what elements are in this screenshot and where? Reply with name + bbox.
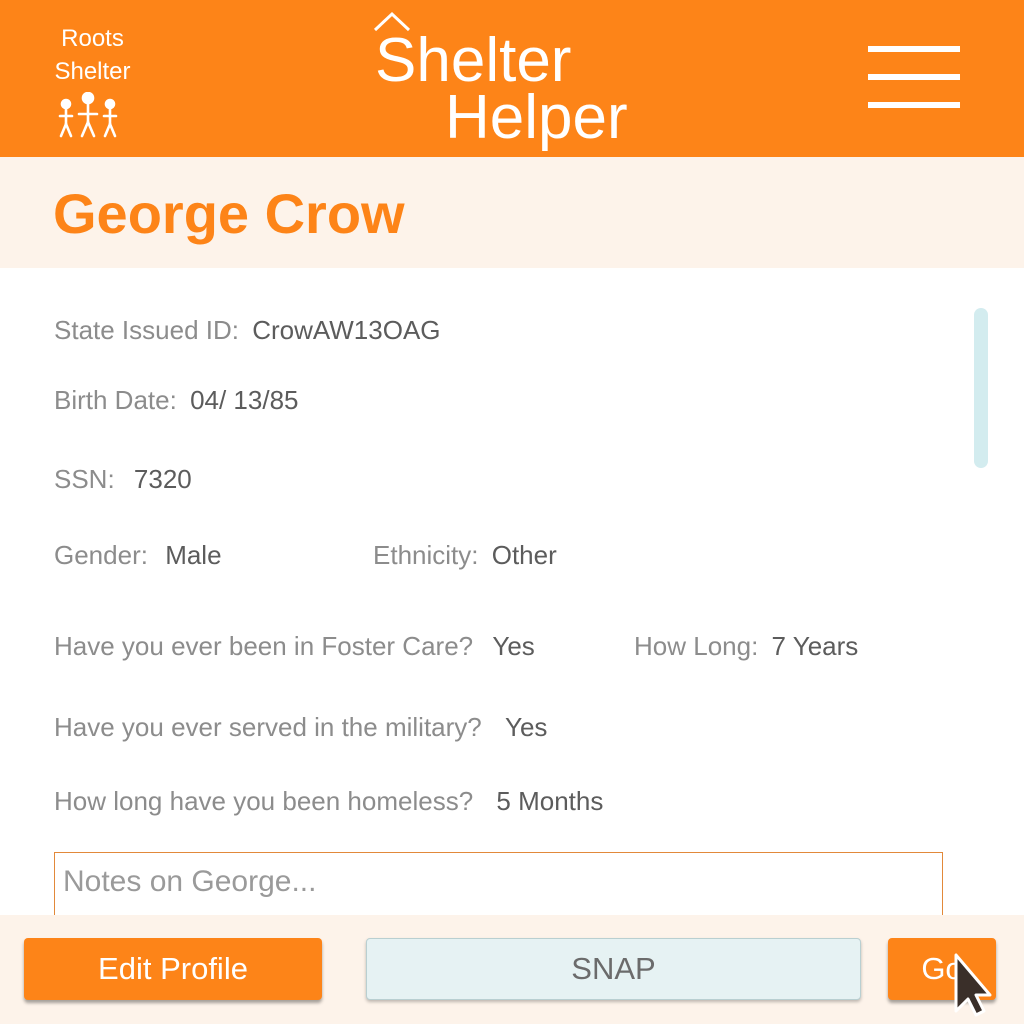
app-title-line2: Helper bbox=[445, 83, 628, 152]
menu-bar bbox=[868, 102, 960, 108]
foster-care-row: Have you ever been in Foster Care? Yes bbox=[54, 630, 535, 662]
action-bar: Edit Profile SNAP Go bbox=[0, 915, 1024, 1024]
mouse-pointer-icon bbox=[954, 953, 992, 1017]
gender-label: Gender: bbox=[54, 540, 148, 570]
scrollbar-thumb[interactable] bbox=[974, 308, 988, 468]
ethnicity-row: Ethnicity: Other bbox=[373, 539, 557, 571]
roots-shelter-logo[interactable]: Roots Shelter bbox=[40, 22, 145, 88]
state-id-row: State Issued ID: CrowAW13OAG bbox=[54, 314, 441, 346]
logo-text-line2: Shelter bbox=[54, 58, 131, 85]
menu-bar bbox=[868, 74, 960, 80]
hamburger-menu-icon[interactable] bbox=[866, 44, 962, 110]
homeless-duration-label: How long have you been homeless? bbox=[54, 786, 474, 816]
military-label: Have you ever served in the military? bbox=[54, 712, 482, 742]
ssn-value: 7320 bbox=[133, 464, 192, 494]
foster-care-label: Have you ever been in Foster Care? bbox=[54, 631, 474, 661]
foster-care-value: Yes bbox=[492, 631, 535, 661]
ssn-row: SSN: 7320 bbox=[54, 463, 192, 495]
state-id-label: State Issued ID: bbox=[54, 315, 239, 345]
ssn-label: SSN: bbox=[54, 464, 115, 494]
profile-name: George Crow bbox=[53, 182, 405, 245]
menu-bar bbox=[868, 46, 960, 52]
notes-input[interactable] bbox=[54, 852, 943, 922]
edit-profile-button[interactable]: Edit Profile bbox=[24, 938, 322, 1000]
state-id-value: CrowAW13OAG bbox=[252, 315, 441, 345]
ethnicity-value: Other bbox=[491, 540, 557, 570]
family-icon bbox=[58, 92, 118, 138]
homeless-duration-row: How long have you been homeless? 5 Month… bbox=[54, 785, 603, 817]
snap-button[interactable]: SNAP bbox=[366, 938, 861, 1000]
foster-duration-row: How Long: 7 Years bbox=[634, 630, 858, 662]
gender-value: Male bbox=[165, 540, 222, 570]
gender-row: Gender: Male bbox=[54, 539, 222, 571]
military-row: Have you ever served in the military? Ye… bbox=[54, 711, 547, 743]
app-header: Roots Shelter Shelter Helper bbox=[0, 0, 1024, 157]
foster-duration-value: 7 Years bbox=[771, 631, 859, 661]
military-value: Yes bbox=[504, 712, 548, 742]
homeless-duration-value: 5 Months bbox=[496, 786, 604, 816]
birth-date-label: Birth Date: bbox=[54, 385, 177, 415]
birth-date-value: 04/ 13/85 bbox=[190, 385, 299, 415]
ethnicity-label: Ethnicity: bbox=[373, 540, 479, 570]
foster-duration-label: How Long: bbox=[634, 631, 759, 661]
logo-text-line1: Roots bbox=[61, 25, 124, 52]
birth-date-row: Birth Date: 04/ 13/85 bbox=[54, 384, 299, 416]
